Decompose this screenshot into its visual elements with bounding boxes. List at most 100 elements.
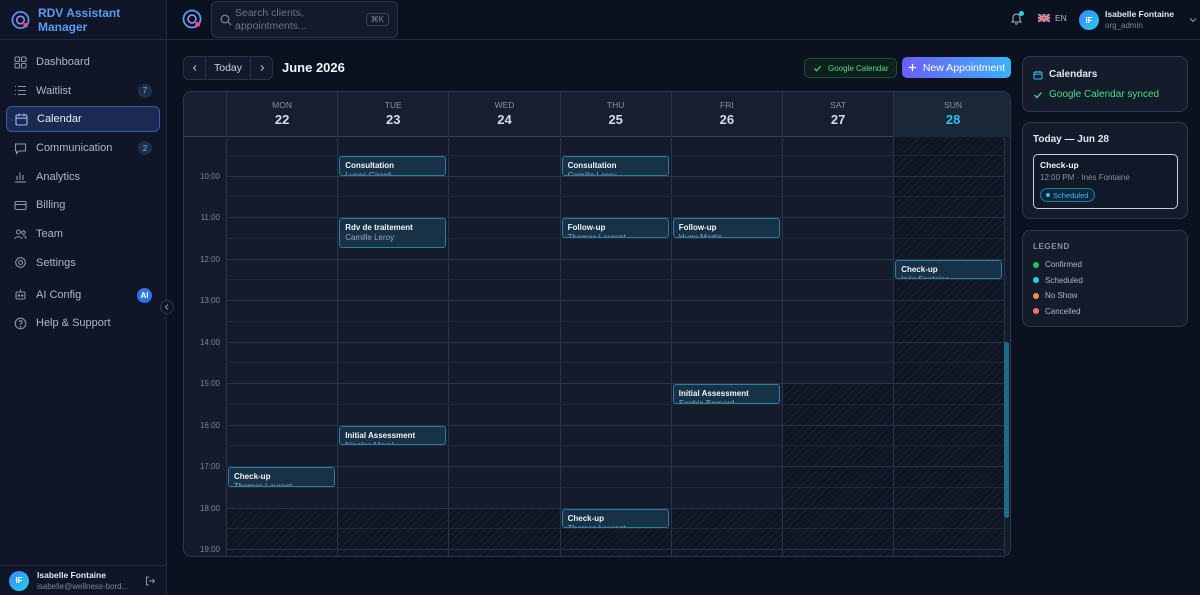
logout-icon[interactable] <box>144 575 156 587</box>
appointment-block[interactable]: Rdv de traitement Camille Leroy <box>339 218 447 249</box>
appointment-title: Initial Assessment <box>345 430 416 440</box>
half-hour-line <box>226 486 1004 488</box>
time-label: 10:00 <box>199 171 220 181</box>
appointment-block[interactable]: Initial Assessment Nicolas Morel <box>339 425 447 446</box>
calendar-toolbar: Today June 2026 Google Calendar New Appo… <box>183 56 1011 80</box>
day-column-header[interactable]: MON 22 <box>226 92 337 137</box>
appointment-title: Check-up <box>234 472 271 481</box>
legend-panel: LEGEND Confirmed Scheduled No Show Cancelle… <box>1022 230 1188 327</box>
sidebar-user-email: isabelle@wellness-bord... <box>37 581 129 591</box>
today-button[interactable]: Today <box>205 57 251 79</box>
sidebar-item-help-support[interactable]: Help & Support <box>6 310 160 336</box>
sidebar-item-label: Team <box>36 228 63 241</box>
language-switcher[interactable]: EN <box>1038 13 1067 23</box>
sidebar-user-card[interactable]: IF Isabelle Fontaine isabelle@wellness-b… <box>0 565 166 595</box>
search-placeholder: Search clients, appointments... <box>235 7 307 32</box>
legend-item: No Show <box>1033 291 1077 300</box>
legend-title: LEGEND <box>1033 242 1070 251</box>
day-column-header[interactable]: TUE 23 <box>337 92 448 137</box>
calendars-panel: Calendars Google Calendar synced <box>1022 56 1188 112</box>
help-icon <box>14 317 27 330</box>
sidebar-item-billing[interactable]: Billing <box>6 192 160 218</box>
appointment-client: Camille Leroy <box>345 233 395 242</box>
brand[interactable]: RDV Assistant Manager <box>0 0 166 40</box>
list-icon <box>15 86 26 96</box>
day-column-header[interactable]: SUN 28 <box>893 92 1010 137</box>
appointment-block[interactable]: Check-up Inès Fontaine <box>895 259 1003 280</box>
sidebar-item-waitlist[interactable]: Waitlist 7 <box>6 78 160 104</box>
day-column-header[interactable]: FRI 26 <box>670 92 782 137</box>
sidebar-item-analytics[interactable]: Analytics <box>6 164 160 190</box>
appointment-block[interactable]: Initial Assessment Sophie Bernard <box>672 384 780 404</box>
time-grid[interactable]: 09:00 10:00 11:00 12:00 13:00 14:00 15:00 16:00… <box>184 138 1010 556</box>
half-hour-line <box>226 362 1004 364</box>
legend-label: Confirmed <box>1045 260 1082 269</box>
appointment-block[interactable]: Follow-up Thomas Laurent <box>561 218 669 238</box>
prev-week-button[interactable] <box>184 57 205 79</box>
search-input[interactable]: Search clients, appointments... ⌘K <box>211 1 398 38</box>
appointment-title: Initial Assessment <box>678 389 749 398</box>
sidebar-item-communication[interactable]: Communication 2 <box>6 135 160 161</box>
appointment-block[interactable]: Consultation Camille Leroy <box>561 155 669 176</box>
day-name: SAT <box>830 100 847 110</box>
sidebar-item-calendar[interactable]: Calendar <box>6 106 160 133</box>
collapse-sidebar-button[interactable] <box>160 300 174 314</box>
appointment-block[interactable]: Consultation Lucas Girard <box>339 155 447 176</box>
time-label: 15:00 <box>199 379 220 388</box>
appointment-block[interactable]: Check-up Thomas Laurent <box>228 467 336 487</box>
day-column-header[interactable]: WED 24 <box>448 92 559 137</box>
new-appointment-button[interactable]: New Appointment <box>902 57 1011 78</box>
half-hour-line <box>226 528 1004 530</box>
today-title: Today — Jun 28 <box>1033 134 1109 145</box>
appointment-client: Lucas Girard <box>345 170 391 176</box>
today-appointment-card[interactable]: Check-up 12:00 PM · Inès Fontaine Schedu… <box>1033 154 1178 209</box>
users-icon <box>14 229 27 239</box>
app-logo-icon[interactable] <box>182 9 202 29</box>
user-menu[interactable]: IF Isabelle Fontaine org_admin <box>1079 9 1198 31</box>
scrollbar[interactable] <box>1004 342 1009 518</box>
day-name: THU <box>606 100 625 110</box>
appointment-title: Check-up <box>567 513 605 523</box>
sidebar-item-label: Settings <box>36 256 76 269</box>
appointment-title: Rdv de traitement <box>345 223 413 232</box>
brand-logo-icon <box>11 10 30 29</box>
day-header-row: MON 22 TUE 23 WED 24 THU 25 FRI 26 SAT 27 SUN 28 <box>184 92 1010 137</box>
time-column-header <box>184 92 226 137</box>
appointment-client: Thomas Laurent <box>234 482 293 487</box>
app-title: RDV Assistant Manager <box>37 5 121 34</box>
sidebar-item-label: Waitlist <box>36 84 72 97</box>
half-hour-line <box>226 320 1004 322</box>
hour-line <box>226 175 1004 177</box>
next-week-button[interactable] <box>251 57 272 79</box>
sidebar-item-team[interactable]: Team <box>6 221 160 247</box>
day-column-header[interactable]: THU 25 <box>559 92 671 137</box>
appointment-client: Inès Fontaine <box>901 274 950 280</box>
sidebar-item-settings[interactable]: Settings <box>6 250 160 276</box>
column-divider <box>226 138 227 556</box>
day-date: 26 <box>719 112 735 127</box>
time-label: 16:00 <box>199 420 220 430</box>
appointment-client: Nicolas Morel <box>345 440 394 446</box>
sidebar-item-dashboard[interactable]: Dashboard <box>6 49 160 75</box>
sidebar-item-label: Analytics <box>36 170 81 183</box>
day-name: WED <box>494 100 515 110</box>
time-label: 14:00 <box>199 337 220 347</box>
sidebar-item-ai-config[interactable]: AI Config AI <box>6 282 160 308</box>
google-sync-status: Google Calendar synced <box>1033 89 1159 100</box>
time-label: 17:00 <box>199 462 220 471</box>
google-calendar-button[interactable]: Google Calendar <box>804 58 897 78</box>
half-hour-line <box>226 279 1004 281</box>
day-column-header[interactable]: SAT 27 <box>782 92 893 137</box>
appointment-block[interactable]: Follow-up Hugo Martin <box>672 218 780 238</box>
legend-label: Cancelled <box>1045 306 1081 316</box>
nav-badge: AI <box>137 287 152 303</box>
week-calendar: MON 22 TUE 23 WED 24 THU 25 FRI 26 SAT 27 SUN 28 09:0… <box>183 91 1011 557</box>
sidebar: RDV Assistant Manager Dashboard Waitlist 7… <box>0 0 174 595</box>
appointment-block[interactable]: Check-up Thomas Laurent <box>561 508 669 529</box>
unavailable-slot <box>783 383 894 556</box>
hour-line <box>226 300 1004 301</box>
appointment-title: Follow-up <box>567 223 606 232</box>
sidebar-item-label: AI Config <box>36 288 82 301</box>
appointment-client: Thomas Laurent <box>567 523 626 529</box>
appointment-title: Consultation <box>345 160 395 170</box>
